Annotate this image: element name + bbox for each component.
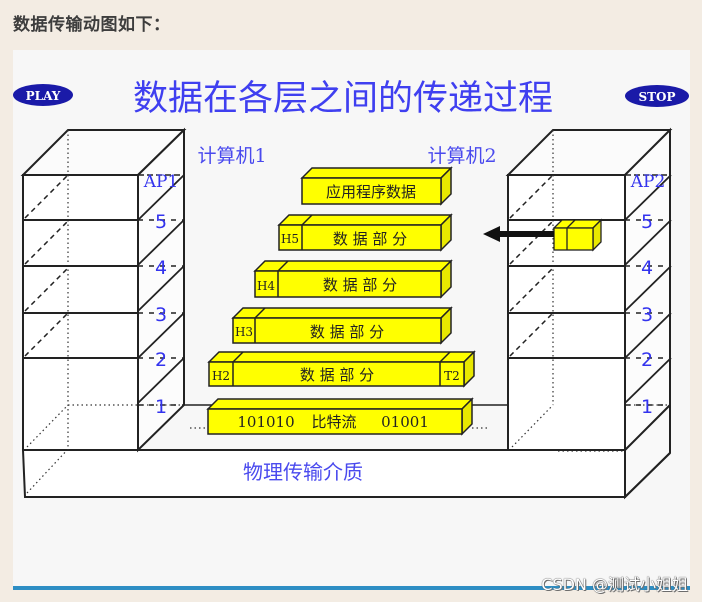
h3-header: H3 <box>235 325 253 339</box>
packet-bitstream: 101010 比特流 01001 <box>190 397 490 436</box>
h2-header: H2 <box>212 369 230 383</box>
play-button[interactable]: PLAY <box>13 84 73 106</box>
computer2-layer-label: AP2 <box>630 172 666 192</box>
diagram-title: 数据在各层之间的传递过程 <box>133 79 553 119</box>
stop-button[interactable]: STOP <box>625 85 689 107</box>
bits-middle: 比特流 <box>311 413 356 431</box>
computer1-layer-label: 5 <box>155 211 167 233</box>
h4-header: H4 <box>257 279 275 293</box>
computer2-layer-label: 2 <box>641 349 653 371</box>
computer2-layer-label: 3 <box>641 304 653 326</box>
computer1-layer-label: 3 <box>155 304 167 326</box>
h2-body: 数 据 部 分 <box>300 366 374 384</box>
computer2-label: 计算机2 <box>427 145 496 167</box>
packet-layer2: H2 数 据 部 分 T2 <box>207 350 476 388</box>
computer2-layer-label: 5 <box>641 211 653 233</box>
packet-layer3: H3 数 据 部 分 <box>231 306 453 345</box>
bits-right: 01001 <box>381 413 429 431</box>
computer1-layer-label: 1 <box>155 396 167 418</box>
medium-label: 物理传输介质 <box>243 460 363 484</box>
app-data-label: 应用程序数据 <box>326 183 416 201</box>
computer1-layer-label: AP1 <box>143 172 179 192</box>
watermark: CSDN @测试小姐姐 <box>541 575 688 594</box>
packet-app-data: 应用程序数据 <box>300 166 453 206</box>
moving-packet <box>552 218 603 252</box>
packet-layer4: H4 数 据 部 分 <box>253 259 453 299</box>
computer2-layer-label: 4 <box>641 257 653 279</box>
packet-layer5: H5 数 据 部 分 <box>277 213 453 252</box>
computer1-layer-label: 4 <box>155 257 167 279</box>
h4-body: 数 据 部 分 <box>323 276 397 294</box>
h5-header: H5 <box>281 232 299 246</box>
t2-trailer: T2 <box>444 369 460 383</box>
h3-body: 数 据 部 分 <box>310 323 384 341</box>
h5-body: 数 据 部 分 <box>333 230 407 248</box>
bits-left: 101010 <box>237 413 294 431</box>
computer1-label: 计算机1 <box>197 145 266 167</box>
computer2-layer-label: 1 <box>641 396 653 418</box>
computer1-layer-label: 2 <box>155 349 167 371</box>
stop-label: STOP <box>638 90 675 104</box>
play-label: PLAY <box>26 89 61 103</box>
osi-diagram: PLAY STOP 数据在各层之间的传递过程 计算机1 计算机2 物理传输介质 <box>13 79 689 500</box>
